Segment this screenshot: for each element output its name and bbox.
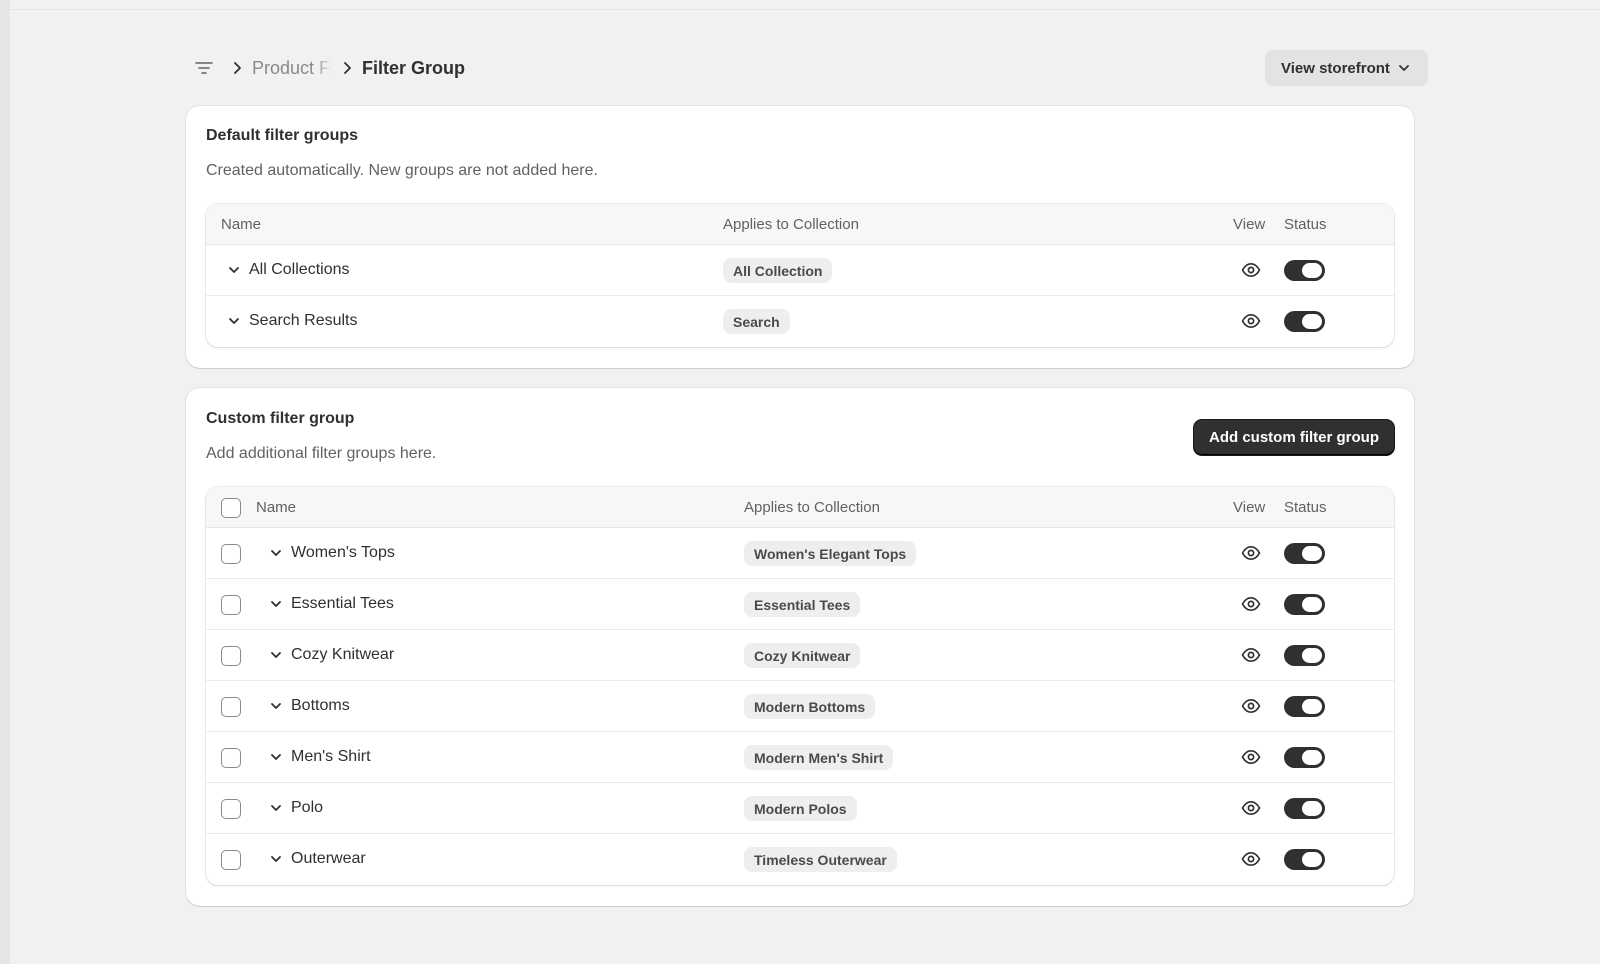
collection-badge: Women's Elegant Tops xyxy=(744,541,917,566)
row-checkbox[interactable] xyxy=(221,544,241,564)
collection-badge: Search xyxy=(723,309,790,334)
collection-badge: Timeless Outerwear xyxy=(744,847,897,872)
collection-badge: Modern Polos xyxy=(744,796,857,821)
column-status: Status xyxy=(1284,499,1327,516)
add-custom-filter-group-button[interactable]: Add custom filter group xyxy=(1194,420,1394,455)
group-name: Polo xyxy=(291,799,324,816)
view-storefront-button[interactable]: View storefront xyxy=(1265,50,1428,86)
column-view: View xyxy=(1233,499,1266,516)
table-row[interactable]: Outerwear Timeless Outerwear xyxy=(206,834,1394,885)
status-toggle[interactable] xyxy=(1284,543,1325,564)
default-section-title: Default filter groups xyxy=(206,127,359,144)
status-toggle[interactable] xyxy=(1284,747,1325,768)
row-checkbox[interactable] xyxy=(221,850,241,870)
column-name: Name xyxy=(221,216,262,233)
row-checkbox[interactable] xyxy=(221,799,241,819)
group-name: Men's Shirt xyxy=(291,748,371,765)
table-row[interactable]: Men's Shirt Modern Men's Shirt xyxy=(206,732,1394,783)
custom-filter-group-card: Custom filter group Add additional filte… xyxy=(186,388,1414,906)
status-toggle[interactable] xyxy=(1284,798,1325,819)
collection-badge: Modern Men's Shirt xyxy=(744,745,894,770)
status-toggle[interactable] xyxy=(1284,645,1325,666)
eye-icon[interactable] xyxy=(1240,695,1262,717)
table-header: Name Applies to Collection View Status xyxy=(206,204,1394,245)
row-checkbox[interactable] xyxy=(221,697,241,717)
group-name: Essential Tees xyxy=(291,595,394,612)
column-view: View xyxy=(1233,216,1266,233)
select-all-checkbox[interactable] xyxy=(221,498,241,518)
eye-icon[interactable] xyxy=(1240,593,1262,615)
top-bar xyxy=(10,0,1600,10)
header-bar: Product Filter Filter Group View storefr… xyxy=(186,50,1428,86)
chevron-down-icon[interactable] xyxy=(268,800,284,816)
chevron-down-icon[interactable] xyxy=(226,262,242,278)
chevron-down-icon[interactable] xyxy=(226,313,242,329)
chevron-down-icon[interactable] xyxy=(268,698,284,714)
collection-badge: Cozy Knitwear xyxy=(744,643,861,668)
status-toggle[interactable] xyxy=(1284,594,1325,615)
group-name: Outerwear xyxy=(291,850,366,867)
status-toggle[interactable] xyxy=(1284,260,1325,281)
breadcrumb: Product Filter Filter Group xyxy=(186,50,465,86)
table-row[interactable]: Search Results Search xyxy=(206,296,1394,347)
group-name: Search Results xyxy=(249,312,358,329)
chevron-down-icon[interactable] xyxy=(268,647,284,663)
custom-groups-table: Name Applies to Collection View Status W… xyxy=(206,487,1394,885)
table-row[interactable]: Essential Tees Essential Tees xyxy=(206,579,1394,630)
view-storefront-label: View storefront xyxy=(1281,59,1390,77)
status-toggle[interactable] xyxy=(1284,311,1325,332)
row-checkbox[interactable] xyxy=(221,748,241,768)
row-checkbox[interactable] xyxy=(221,646,241,666)
group-name: Bottoms xyxy=(291,697,350,714)
default-filter-groups-card: Default filter groups Created automatica… xyxy=(186,106,1414,368)
table-row[interactable]: All Collections All Collection xyxy=(206,245,1394,296)
custom-section-description: Add additional filter groups here. xyxy=(206,445,437,462)
page-header: Product Filter Filter Group View storefr… xyxy=(186,50,1428,86)
eye-icon[interactable] xyxy=(1240,797,1262,819)
default-groups-table: Name Applies to Collection View Status A… xyxy=(206,204,1394,347)
group-name: Women's Tops xyxy=(291,544,395,561)
chevron-right-icon xyxy=(336,58,358,78)
chevron-down-icon[interactable] xyxy=(268,749,284,765)
chevron-down-icon[interactable] xyxy=(268,596,284,612)
eye-icon[interactable] xyxy=(1240,746,1262,768)
chevron-down-icon[interactable] xyxy=(268,545,284,561)
table-row[interactable]: Women's Tops Women's Elegant Tops xyxy=(206,528,1394,579)
table-row[interactable]: Bottoms Modern Bottoms xyxy=(206,681,1394,732)
default-section-description: Created automatically. New groups are no… xyxy=(206,162,598,179)
eye-icon[interactable] xyxy=(1240,644,1262,666)
column-status: Status xyxy=(1284,216,1327,233)
page-title: Filter Group xyxy=(362,57,465,78)
group-name: Cozy Knitwear xyxy=(291,646,395,663)
eye-icon[interactable] xyxy=(1240,259,1262,281)
chevron-down-icon xyxy=(1399,65,1409,71)
left-edge xyxy=(0,0,10,964)
table-row[interactable]: Cozy Knitwear Cozy Knitwear xyxy=(206,630,1394,681)
status-toggle[interactable] xyxy=(1284,696,1325,717)
eye-icon[interactable] xyxy=(1240,848,1262,870)
table-header: Name Applies to Collection View Status xyxy=(206,487,1394,528)
column-name: Name xyxy=(256,499,297,516)
table-row[interactable]: Polo Modern Polos xyxy=(206,783,1394,834)
chevron-down-icon[interactable] xyxy=(268,851,284,867)
eye-icon[interactable] xyxy=(1240,542,1262,564)
row-checkbox[interactable] xyxy=(221,595,241,615)
eye-icon[interactable] xyxy=(1240,310,1262,332)
group-name: All Collections xyxy=(249,261,350,278)
collection-badge: Essential Tees xyxy=(744,592,861,617)
collection-badge: Modern Bottoms xyxy=(744,694,876,719)
filter-lines-icon[interactable] xyxy=(186,50,222,86)
collection-badge: All Collection xyxy=(723,258,833,283)
column-applies: Applies to Collection xyxy=(744,499,880,516)
status-toggle[interactable] xyxy=(1284,849,1325,870)
custom-section-title: Custom filter group xyxy=(206,410,355,427)
breadcrumb-parent[interactable]: Product Filter xyxy=(252,58,332,79)
chevron-right-icon xyxy=(226,58,248,78)
column-applies: Applies to Collection xyxy=(723,216,859,233)
